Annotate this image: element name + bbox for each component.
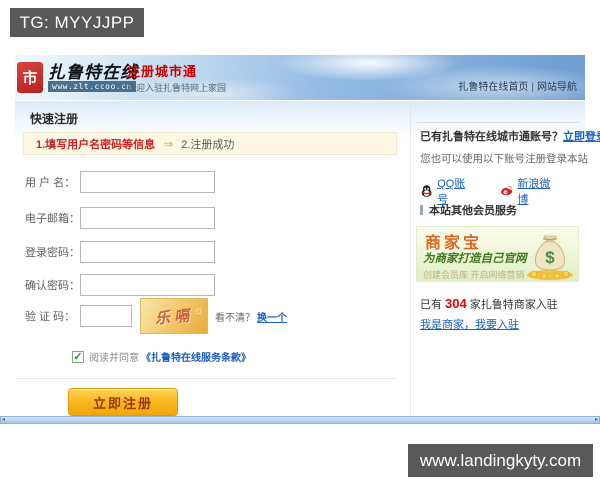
login-prompt: 已有扎鲁特在线城市通账号？立即登录 (420, 128, 600, 144)
content-area: 快速注册 1.填写用户名密码等信息 ⇒ 2.注册成功 用 户 名： 电子邮箱： … (15, 101, 600, 417)
captcha-image-text: 乐嗝 (154, 306, 194, 328)
site-url: www.zlt.ccoo.cn (48, 81, 136, 92)
merchant-join-link[interactable]: 我是商家，我要入驻 (420, 319, 519, 331)
scroll-right-arrow-icon[interactable]: ▸ (594, 417, 599, 423)
tg-contact-badge: TG: MYYJJPP (10, 8, 144, 37)
username-input[interactable] (80, 171, 215, 193)
alt-login-hint: 您也可以使用以下账号注册登录本站 (420, 153, 588, 165)
sidebar: 已有扎鲁特在线城市通账号？立即登录 您也可以使用以下账号注册登录本站 QQ账号 (410, 101, 600, 417)
form-divider (15, 378, 397, 379)
weibo-icon (501, 186, 513, 196)
confirm-password-row: 确认密码： (25, 273, 215, 297)
captcha-input[interactable] (80, 305, 132, 327)
password-label: 登录密码： (25, 247, 80, 259)
confirm-password-input[interactable] (80, 274, 215, 296)
form-title: 快速注册 (30, 112, 79, 126)
login-prompt-text: 已有扎鲁特在线城市通账号？ (420, 131, 563, 143)
agreement-row: ✓ 阅读并同意 《扎鲁特在线服务条款》 (72, 349, 251, 364)
scroll-left-arrow-icon[interactable]: ◂ (1, 417, 6, 423)
agreement-checkbox[interactable]: ✓ (72, 350, 84, 363)
email-label: 电子邮箱： (25, 213, 80, 225)
merchant-count: 304 (445, 296, 467, 311)
step-1-label: 1.填写用户名密码等信息 (36, 138, 156, 151)
password-input[interactable] (80, 241, 215, 263)
captcha-refresh-link[interactable]: 换一个 (257, 309, 287, 324)
login-now-link[interactable]: 立即登录 (563, 131, 600, 143)
site-seal-icon: 市 (17, 62, 43, 93)
register-subheading: 欢迎入驻扎鲁特网上家园 (127, 83, 227, 93)
header-nav: 扎鲁特在线首页 | 网站导航 (458, 78, 577, 93)
step-arrow-icon: ⇒ (163, 136, 174, 151)
merchant-banner[interactable]: 商家宝 为商家打造自己官网 创建会员库 开启网络营销 $ (416, 226, 579, 282)
merchant-stats: 已有 304 家扎鲁特商家入驻 (420, 296, 558, 312)
site-logo-text[interactable]: 扎鲁特在线 (48, 58, 138, 83)
register-button[interactable]: 立即注册 (68, 388, 178, 416)
horizontal-scrollbar[interactable]: ◂ ▸ (0, 416, 600, 424)
captcha-row: 验 证 码： 乐嗝 ☼ 看不清？ 换一个 (25, 298, 287, 334)
nav-sitemap-link[interactable]: 网站导航 (537, 82, 577, 93)
email-input[interactable] (80, 207, 215, 229)
nav-home-link[interactable]: 扎鲁特在线首页 (458, 82, 528, 93)
banner-subtitle: 为商家打造自己官网 (423, 253, 527, 265)
svg-text:$: $ (545, 248, 555, 267)
page-container: 市 扎鲁特在线 www.zlt.ccoo.cn 注册城市通 欢迎入驻扎鲁特网上家… (15, 55, 600, 417)
sidebar-divider (417, 122, 579, 123)
register-heading: 注册城市通 (127, 64, 198, 79)
sun-icon: ☼ (193, 303, 204, 317)
stats-suffix: 家扎鲁特商家入驻 (469, 299, 558, 311)
stats-prefix: 已有 (420, 299, 442, 311)
services-heading-text: 本站其他会员服务 (429, 205, 517, 217)
captcha-hint: 看不清？ (215, 312, 255, 324)
banner-tagline: 创建会员库 开启网络营销 (423, 270, 525, 280)
email-row: 电子邮箱： (25, 206, 215, 230)
step-2-label: 2.注册成功 (181, 138, 235, 151)
registration-form: 快速注册 1.填写用户名密码等信息 ⇒ 2.注册成功 用 户 名： 电子邮箱： … (15, 101, 410, 417)
confirm-password-label: 确认密码： (25, 280, 80, 292)
agreement-text: 阅读并同意 (89, 353, 139, 364)
site-header: 市 扎鲁特在线 www.zlt.ccoo.cn 注册城市通 欢迎入驻扎鲁特网上家… (15, 55, 585, 101)
captcha-label: 验 证 码： (25, 311, 76, 323)
weibo-login-link[interactable]: 新浪微博 (517, 175, 559, 207)
qq-icon (421, 185, 432, 197)
username-label: 用 户 名： (25, 177, 76, 189)
steps-bar: 1.填写用户名密码等信息 ⇒ 2.注册成功 (23, 132, 397, 155)
money-bag-icon: $ (527, 235, 573, 280)
nav-separator: | (531, 82, 534, 93)
username-row: 用 户 名： (25, 170, 215, 194)
captcha-image[interactable]: 乐嗝 ☼ (140, 298, 208, 334)
watermark-badge: www.landingkyty.com (408, 444, 593, 477)
bullet-icon (420, 205, 423, 215)
terms-link[interactable]: 《扎鲁特在线服务条款》 (141, 349, 251, 364)
merchant-join: 我是商家，我要入驻 (420, 316, 519, 332)
services-heading: 本站其他会员服务 (420, 202, 517, 218)
password-row: 登录密码： (25, 240, 215, 264)
